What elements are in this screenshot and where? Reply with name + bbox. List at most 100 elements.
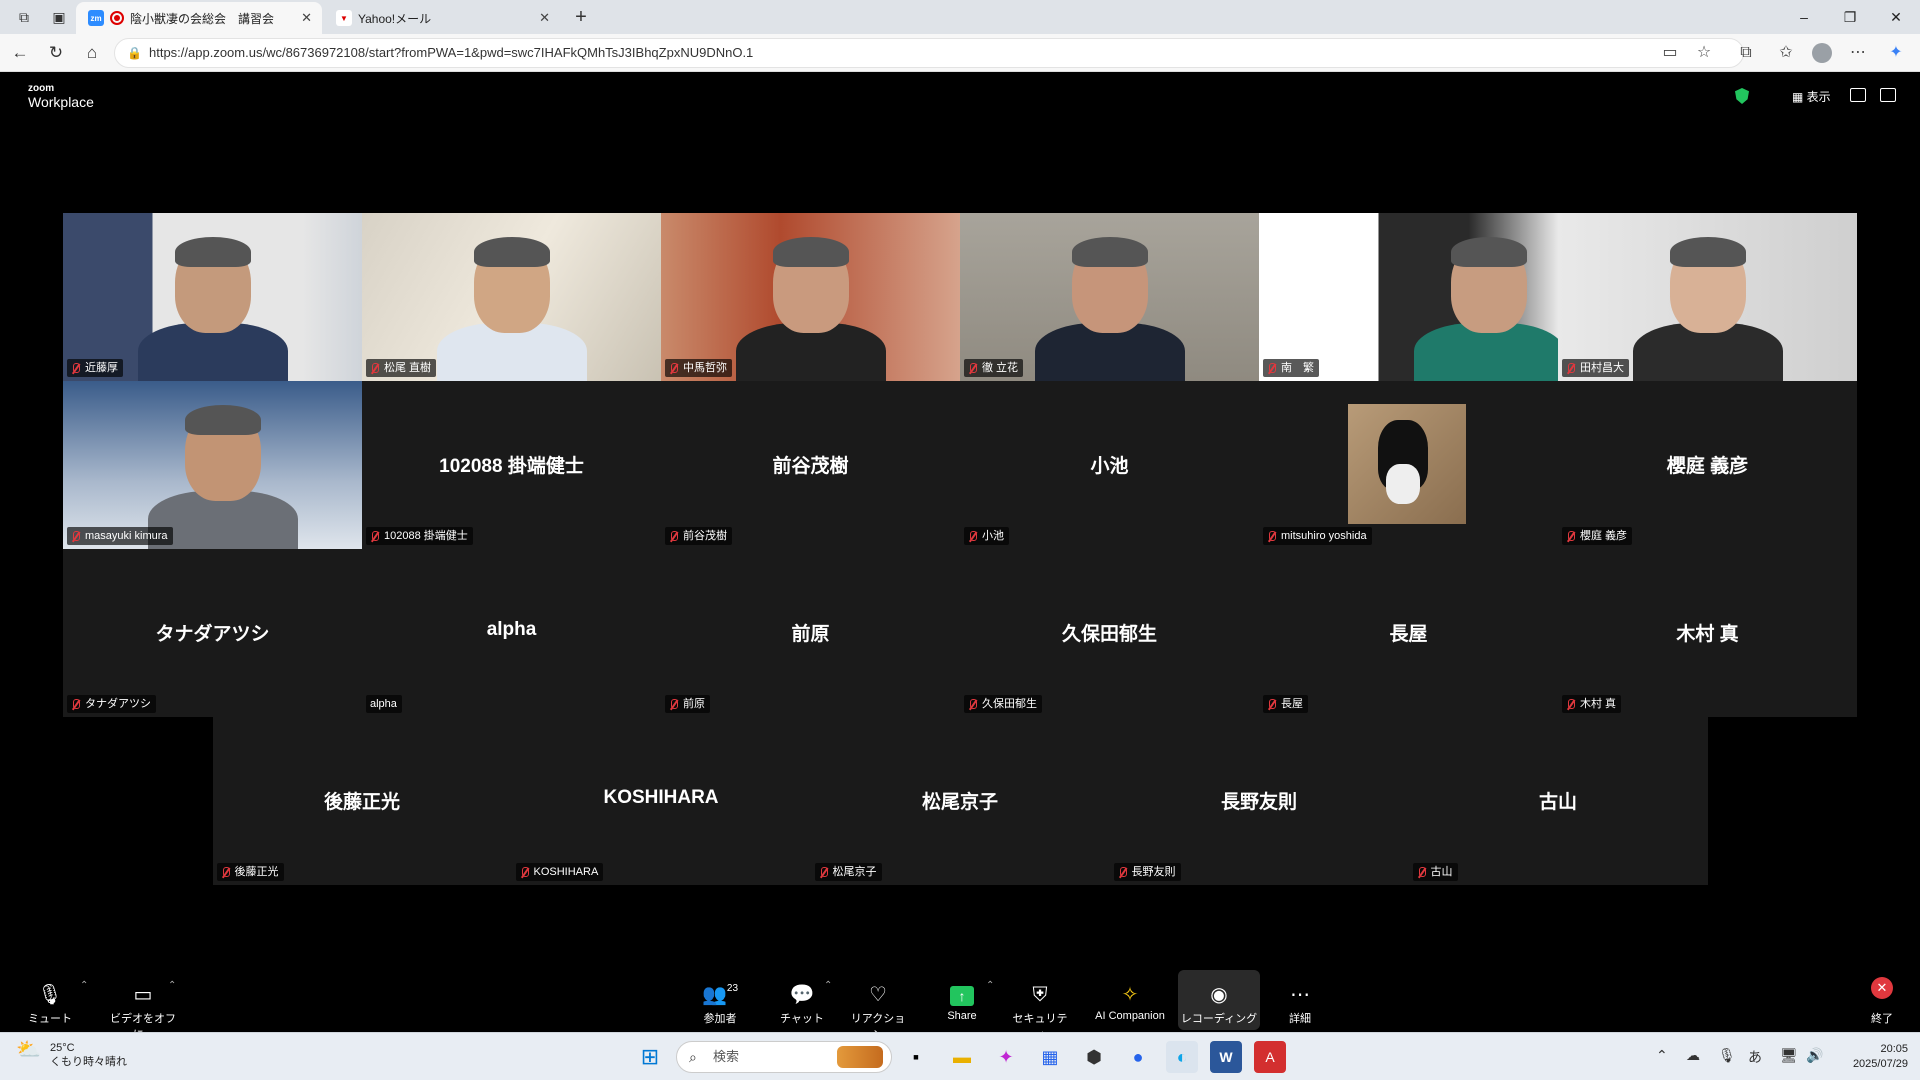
minimize-icon[interactable]: –	[1781, 0, 1827, 34]
audio-options-chevron-icon[interactable]: ⌃	[80, 980, 88, 991]
ime-indicator[interactable]: あ	[1748, 1047, 1762, 1067]
mute-button[interactable]: 🎙 ミュート	[24, 970, 76, 1030]
copilot-icon[interactable]: ✦	[1886, 43, 1906, 63]
start-windows-icon[interactable]: ⊞	[634, 1041, 666, 1073]
participant-tile[interactable]: 古山 古山	[1408, 717, 1708, 885]
participant-tile[interactable]: 長屋 長屋	[1259, 549, 1558, 717]
extensions-icon[interactable]: ⧉	[1736, 43, 1756, 63]
share-options-chevron-icon[interactable]: ⌃	[986, 980, 994, 991]
participant-tile[interactable]: 木村 真木村 真	[1558, 549, 1857, 717]
recording-button[interactable]: ◉ レコーディング	[1178, 970, 1260, 1030]
participant-tile[interactable]: 徹 立花	[960, 213, 1259, 381]
participant-tile[interactable]: 田村昌大	[1558, 213, 1857, 381]
back-icon[interactable]: ←	[10, 43, 30, 63]
copilot-app-icon[interactable]: ✦	[990, 1041, 1022, 1073]
taskbar-search[interactable]: ⌕ 検索	[676, 1041, 892, 1073]
tab-title: 陰小獣凄の会総会 講習会	[130, 11, 275, 26]
participant-tile[interactable]: 南 繁	[1259, 213, 1558, 381]
menu-dots-icon[interactable]: ⋯	[1848, 43, 1868, 63]
camera-icon[interactable]: ▭	[1660, 43, 1680, 63]
video-options-chevron-icon[interactable]: ⌃	[168, 980, 176, 991]
participant-tile[interactable]: タナダアツシ タナダアツシ	[63, 549, 362, 717]
participant-tile[interactable]: 松尾 直樹	[362, 213, 661, 381]
participant-display-name: 前原	[791, 624, 830, 645]
zoom-logo: zoom Workplace	[28, 84, 94, 111]
vertical-tabs-icon[interactable]: ▣	[49, 7, 69, 27]
participant-tile[interactable]: 中馬哲弥	[661, 213, 960, 381]
task-view-icon[interactable]: ▪	[900, 1041, 932, 1073]
app-cube-icon[interactable]: ⬢	[1078, 1041, 1110, 1073]
participant-name: 松尾 直樹	[384, 362, 432, 374]
reaction-button[interactable]: ♡ リアクション	[846, 970, 910, 1041]
ai-companion-button[interactable]: ✧ AI Companion	[1088, 970, 1172, 1030]
participant-name: 小池	[982, 530, 1004, 542]
ai-companion-label: AI Companion	[1095, 1010, 1165, 1022]
home-icon[interactable]: ⌂	[82, 43, 102, 63]
view-button[interactable]: ▦ 表示	[1792, 88, 1831, 105]
participant-tile[interactable]: 小池 小池	[960, 381, 1259, 549]
close-window-icon[interactable]: ✕	[1873, 0, 1919, 34]
participant-tile[interactable]: 近藤厚	[63, 213, 362, 381]
chat-icon: 💬	[789, 984, 815, 1006]
muted-mic-icon	[71, 698, 80, 710]
new-tab-icon[interactable]: +	[571, 7, 591, 27]
muted-mic-icon	[71, 530, 80, 542]
chat-window-icon[interactable]	[1880, 88, 1896, 102]
windows-taskbar: ⛅ 25°C くもり時々晴れ ⊞ ⌕ 検索 ▪ ▬ ✦ ▦ ⬢ ● ◐ W A ⌃…	[0, 1032, 1920, 1080]
store-icon[interactable]: ▦	[1034, 1041, 1066, 1073]
tab-yahoo-mail[interactable]: ▼ Yahoo!メール ✕	[324, 2, 560, 34]
participant-name-tag: 中馬哲弥	[665, 359, 732, 377]
edge-icon[interactable]: ◐	[1166, 1041, 1198, 1073]
file-explorer-icon[interactable]: ▬	[946, 1041, 978, 1073]
favorite-star-icon[interactable]: ☆	[1694, 43, 1714, 63]
participant-tile[interactable]: 前原 前原	[661, 549, 960, 717]
participant-tile[interactable]: 櫻庭 義彦 櫻庭 義彦	[1558, 381, 1857, 549]
acrobat-icon[interactable]: A	[1254, 1041, 1286, 1073]
profile-avatar[interactable]	[1812, 43, 1832, 63]
participant-tile[interactable]: 松尾京子 松尾京子	[810, 717, 1110, 885]
participant-tile[interactable]: 長野友則 長野友則	[1109, 717, 1409, 885]
participants-button[interactable]: 👥 23 参加者	[692, 970, 748, 1030]
favorites-icon[interactable]: ✩	[1776, 43, 1796, 63]
encryption-shield-icon[interactable]	[1735, 88, 1749, 104]
more-label: 詳細	[1289, 1013, 1311, 1025]
network-icon[interactable]: 🖥	[1780, 1047, 1798, 1064]
browser-app-icon[interactable]: ●	[1122, 1041, 1154, 1073]
participant-tile[interactable]: 102088 掛端健士 102088 掛端健士	[362, 381, 661, 549]
tab-zoom-meeting[interactable]: zm 陰小獣凄の会総会 講習会 ✕	[76, 2, 322, 34]
volume-icon[interactable]: 🔊	[1806, 1047, 1823, 1064]
chat-options-chevron-icon[interactable]: ⌃	[824, 980, 832, 991]
video-button[interactable]: ▭ ビデオをオフに...	[102, 970, 184, 1041]
refresh-icon[interactable]: ↻	[46, 43, 66, 63]
word-icon[interactable]: W	[1210, 1041, 1242, 1073]
tab-close-icon[interactable]: ✕	[539, 10, 550, 26]
participant-tile[interactable]: 久保田郁生 久保田郁生	[960, 549, 1259, 717]
muted-mic-icon	[1417, 866, 1426, 878]
participant-name-tag: 前原	[665, 695, 710, 713]
participant-tile[interactable]: masayuki kimura	[63, 381, 362, 549]
chat-button[interactable]: 💬 チャット	[774, 970, 830, 1030]
clock[interactable]: 20:05 2025/07/29	[1832, 1042, 1908, 1072]
minimize-meeting-icon[interactable]	[1850, 88, 1866, 102]
participant-tile[interactable]: 前谷茂樹 前谷茂樹	[661, 381, 960, 549]
workspaces-icon[interactable]: ⧉	[14, 7, 34, 27]
participant-tile[interactable]: 後藤正光 後藤正光	[212, 717, 512, 885]
meeting-toolbar: 🎙 ミュート ⌃ ▭ ビデオをオフに... ⌃ 👥23 参加者 💬 チャット ⌃…	[4, 970, 1916, 1041]
participant-video	[63, 213, 362, 381]
tray-chevron-icon[interactable]: ⌃	[1656, 1047, 1668, 1064]
security-button[interactable]: ⛨ セキュリティ	[1010, 970, 1070, 1041]
more-button[interactable]: ⋯ 詳細	[1276, 970, 1324, 1030]
onedrive-icon[interactable]: ☁	[1686, 1047, 1700, 1064]
share-button[interactable]: ↑ Share	[934, 970, 990, 1030]
participant-tile[interactable]: alpha alpha	[362, 549, 661, 717]
tray-microphone-icon[interactable]: 🎙	[1718, 1047, 1736, 1064]
lock-icon: 🔒	[127, 46, 142, 60]
participant-name-tag: 前谷茂樹	[665, 527, 732, 545]
tab-close-icon[interactable]: ✕	[301, 10, 312, 26]
url-field[interactable]: 🔒 https://app.zoom.us/wc/86736972108/sta…	[114, 38, 1744, 68]
participant-tile[interactable]: KOSHIHARA KOSHIHARA	[511, 717, 811, 885]
participant-video	[63, 381, 362, 549]
end-meeting-button[interactable]: ✕ 終了	[1860, 970, 1904, 1030]
restore-icon[interactable]: ❐	[1827, 0, 1873, 34]
participant-name: 南 繁	[1281, 362, 1314, 374]
